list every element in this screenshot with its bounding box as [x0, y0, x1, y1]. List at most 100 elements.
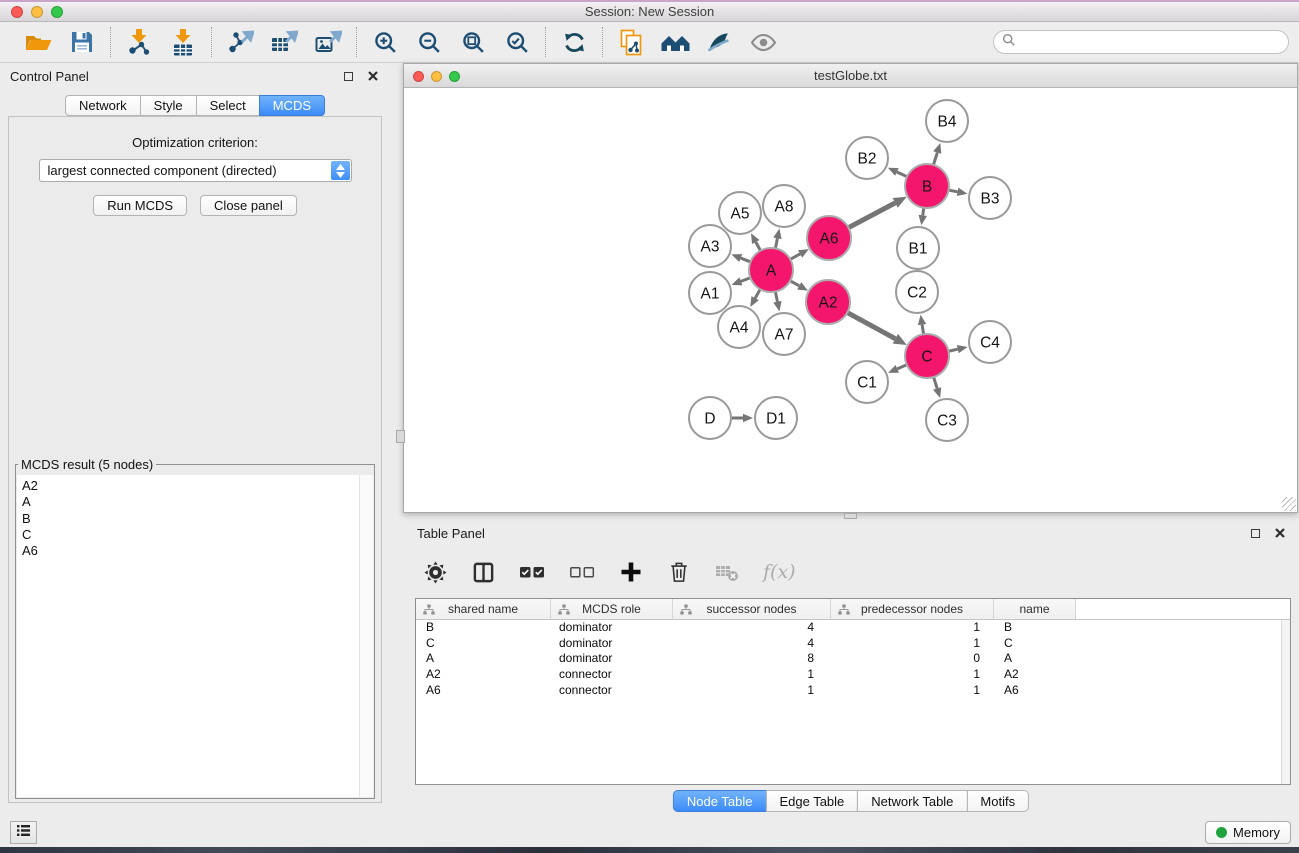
float-table-panel-icon[interactable]	[1251, 529, 1260, 538]
export-table-icon[interactable]	[269, 27, 299, 57]
graph-edge-A-A6[interactable]	[790, 249, 809, 259]
graph-edge-A-A1[interactable]	[732, 277, 751, 285]
refresh-icon[interactable]	[559, 27, 589, 57]
zoom-selected-icon[interactable]	[502, 27, 532, 57]
tab-select[interactable]: Select	[196, 95, 260, 116]
import-table-icon[interactable]	[168, 27, 198, 57]
graph-edge-A6-B[interactable]	[848, 197, 906, 228]
graph-node-D[interactable]: D	[689, 397, 731, 439]
export-network-icon[interactable]	[225, 27, 255, 57]
result-list-scrollbar[interactable]	[359, 475, 373, 797]
graph-node-A3[interactable]: A3	[689, 225, 731, 267]
tab-node-table[interactable]: Node Table	[673, 790, 767, 812]
table-cell[interactable]: C	[994, 636, 1076, 652]
table-cell[interactable]: dominator	[551, 651, 673, 667]
graph-edge-D-D1[interactable]	[732, 414, 753, 423]
table-row[interactable]: Bdominator41B	[416, 620, 1290, 636]
graph-node-C3[interactable]: C3	[926, 399, 968, 441]
zoom-in-icon[interactable]	[370, 27, 400, 57]
window-resize-grip[interactable]	[1282, 497, 1296, 511]
graph-edge-C-C2[interactable]	[918, 315, 926, 335]
vertical-splitter-handle[interactable]	[396, 430, 405, 443]
graph-edge-A-A2[interactable]	[790, 281, 808, 291]
graph-node-C1[interactable]: C1	[846, 361, 888, 403]
graph-edge-A-A3[interactable]	[731, 254, 750, 262]
close-table-panel-icon[interactable]	[1275, 526, 1285, 541]
table-cell[interactable]: A	[994, 651, 1076, 667]
close-panel-button[interactable]: Close panel	[200, 195, 297, 216]
tab-style[interactable]: Style	[140, 95, 197, 116]
criterion-select[interactable]: largest connected component (directed)	[39, 159, 352, 182]
table-cell[interactable]: connector	[551, 667, 673, 683]
table-cell[interactable]: A2	[994, 667, 1076, 683]
graph-node-A[interactable]: A	[749, 248, 793, 292]
table-cell[interactable]: 1	[831, 683, 994, 699]
save-session-icon[interactable]	[67, 27, 97, 57]
delete-column-icon[interactable]	[667, 559, 691, 585]
network-window-titlebar[interactable]: testGlobe.txt	[404, 64, 1297, 88]
table-cell[interactable]: A6	[416, 683, 551, 699]
close-panel-icon[interactable]	[368, 69, 378, 84]
table-cell[interactable]: 1	[831, 667, 994, 683]
task-history-button[interactable]	[10, 821, 37, 844]
table-cell[interactable]: 1	[831, 636, 994, 652]
graph-node-D1[interactable]: D1	[755, 397, 797, 439]
deselect-all-icon[interactable]	[569, 559, 595, 585]
table-cell[interactable]: dominator	[551, 636, 673, 652]
table-row[interactable]: A6connector11A6	[416, 683, 1290, 699]
table-cell[interactable]: 0	[831, 651, 994, 667]
graph-edge-C-C4[interactable]	[948, 345, 967, 353]
network-canvas[interactable]: AA1A2A3A4A5A6A7A8BB1B2B3B4CC1C2C3C4DD1	[404, 89, 1297, 512]
run-mcds-button[interactable]: Run MCDS	[93, 195, 187, 216]
table-cell[interactable]: connector	[551, 683, 673, 699]
graph-node-C[interactable]: C	[905, 334, 949, 378]
mcds-result-item[interactable]: A	[17, 494, 373, 510]
float-panel-icon[interactable]	[344, 72, 353, 81]
column-header-successor-nodes[interactable]: successor nodes	[673, 599, 831, 619]
close-window-button[interactable]	[11, 6, 23, 18]
export-image-icon[interactable]	[313, 27, 343, 57]
table-cell[interactable]: 8	[673, 651, 831, 667]
graph-node-A5[interactable]: A5	[719, 192, 761, 234]
open-session-icon[interactable]	[23, 27, 53, 57]
mcds-result-list[interactable]: A2ABCA6	[17, 475, 373, 797]
column-header-predecessor-nodes[interactable]: predecessor nodes	[831, 599, 994, 619]
graph-node-A8[interactable]: A8	[763, 185, 805, 227]
graph-edge-A2-C[interactable]	[847, 313, 906, 345]
tab-motifs[interactable]: Motifs	[966, 790, 1029, 812]
mcds-result-item[interactable]: A6	[17, 543, 373, 559]
table-scrollbar[interactable]	[1281, 620, 1290, 784]
graph-edge-C-C1[interactable]	[888, 365, 907, 373]
table-cell[interactable]: 1	[831, 620, 994, 636]
zoom-network-window-button[interactable]	[449, 71, 460, 82]
import-network-icon[interactable]	[124, 27, 154, 57]
graph-node-C2[interactable]: C2	[896, 271, 938, 313]
table-cell[interactable]: A6	[994, 683, 1076, 699]
graph-edge-B-B2[interactable]	[888, 168, 907, 177]
column-preferences-icon[interactable]	[471, 559, 495, 585]
graph-node-C4[interactable]: C4	[969, 321, 1011, 363]
table-cell[interactable]: 4	[673, 620, 831, 636]
tab-network[interactable]: Network	[65, 95, 141, 116]
graph-node-B3[interactable]: B3	[969, 177, 1011, 219]
zoom-window-button[interactable]	[51, 6, 63, 18]
graph-node-A6[interactable]: A6	[807, 216, 851, 260]
table-cell[interactable]: dominator	[551, 620, 673, 636]
graph-edge-A-A5[interactable]	[751, 233, 761, 250]
graph-edge-B-B1[interactable]	[919, 208, 927, 225]
home-icon[interactable]	[660, 27, 690, 57]
horizontal-splitter-handle[interactable]	[844, 513, 857, 519]
table-cell[interactable]: A	[416, 651, 551, 667]
graph-edge-A-A4[interactable]	[750, 289, 760, 307]
table-cell[interactable]: B	[994, 620, 1076, 636]
add-column-icon[interactable]	[619, 559, 643, 585]
zoom-out-icon[interactable]	[414, 27, 444, 57]
tab-network-table[interactable]: Network Table	[857, 790, 967, 812]
graph-node-B4[interactable]: B4	[926, 100, 968, 142]
tab-edge-table[interactable]: Edge Table	[765, 790, 858, 812]
zoom-fit-icon[interactable]	[458, 27, 488, 57]
table-row[interactable]: Adominator80A	[416, 651, 1290, 667]
graph-node-A1[interactable]: A1	[689, 272, 731, 314]
graph-node-A2[interactable]: A2	[806, 280, 850, 324]
table-row[interactable]: Cdominator41C	[416, 636, 1290, 652]
